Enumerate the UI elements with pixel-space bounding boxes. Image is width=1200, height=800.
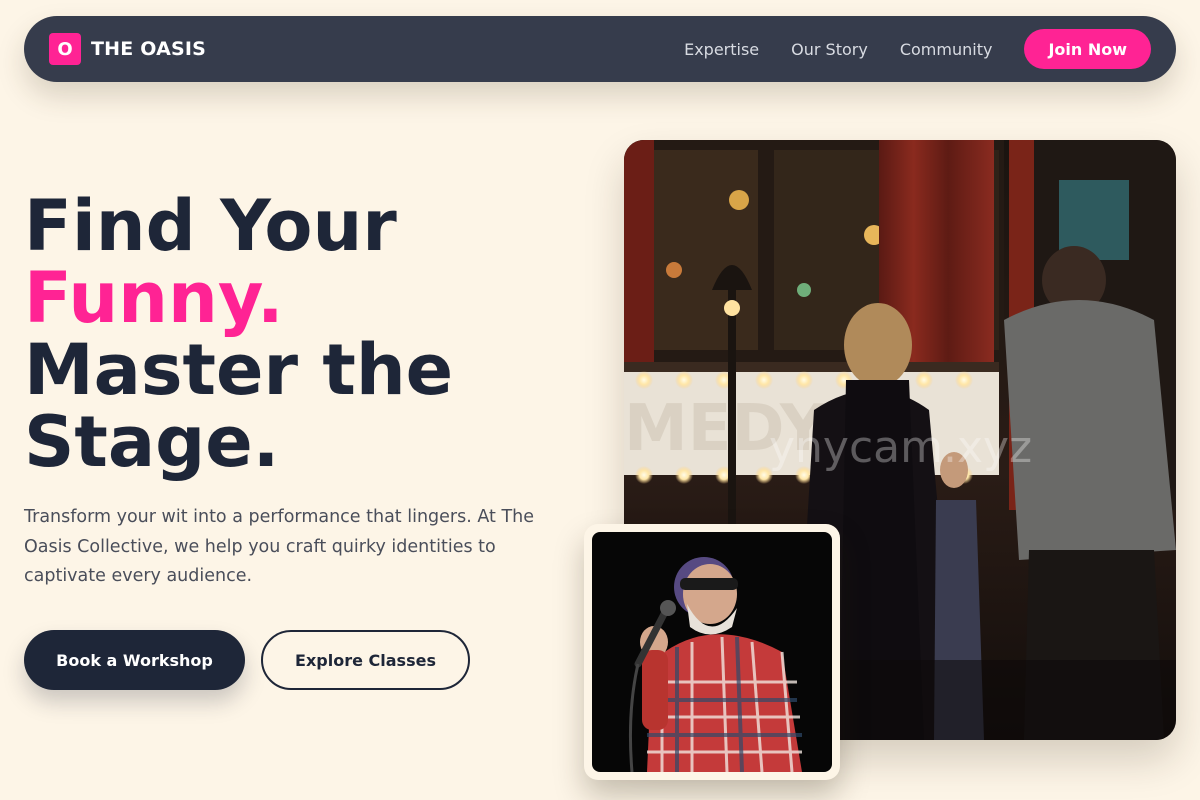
comedian-image: [592, 532, 832, 772]
logo-icon: O: [49, 33, 81, 65]
explore-classes-button[interactable]: Explore Classes: [261, 630, 470, 690]
navbar: O THE OASIS Expertise Our Story Communit…: [24, 16, 1176, 82]
watermark: ynycam.xyz: [769, 422, 1032, 473]
brand-name: THE OASIS: [91, 38, 207, 60]
hero-title: Find Your Funny. Master the Stage.: [24, 190, 584, 478]
join-now-button[interactable]: Join Now: [1024, 29, 1151, 69]
hero-title-accent: Funny.: [24, 257, 284, 339]
hero-inset-photo: [584, 524, 840, 780]
hero-title-line-1: Find Your: [24, 185, 397, 267]
hero-title-line-3: Master the: [24, 329, 454, 411]
nav-links: Expertise Our Story Community Join Now: [684, 29, 1151, 69]
nav-link-expertise[interactable]: Expertise: [684, 40, 759, 59]
nav-link-community[interactable]: Community: [900, 40, 993, 59]
hero-title-line-4: Stage.: [24, 401, 280, 483]
book-workshop-button[interactable]: Book a Workshop: [24, 630, 245, 690]
hero-description: Transform your wit into a performance th…: [24, 507, 534, 586]
nav-link-our-story[interactable]: Our Story: [791, 40, 868, 59]
brand[interactable]: O THE OASIS: [49, 33, 206, 65]
